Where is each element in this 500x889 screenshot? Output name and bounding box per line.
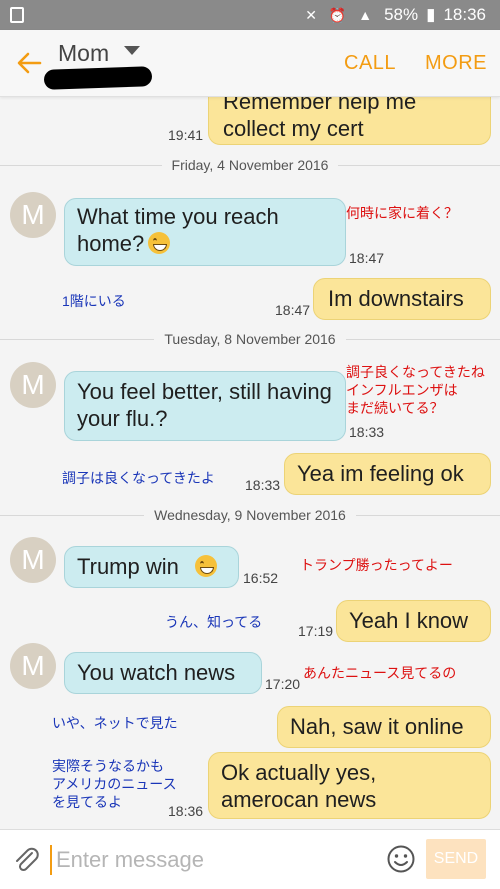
translation-note: 実際そうなるかも アメリカのニュース を見てるよ xyxy=(52,758,177,810)
back-arrow-icon[interactable] xyxy=(14,48,44,78)
date-label: Tuesday, 8 November 2016 xyxy=(164,331,336,347)
message-text: Ok actually yes, amerocan news xyxy=(221,760,377,812)
message-input[interactable] xyxy=(54,842,378,878)
message-time: 16:52 xyxy=(243,570,279,586)
more-button[interactable]: MORE xyxy=(425,52,487,75)
avatar[interactable]: M xyxy=(10,537,56,583)
avatar[interactable]: M xyxy=(10,192,56,238)
emoji-icon[interactable] xyxy=(386,844,416,874)
message-bubble-incoming[interactable]: What time you reach home? xyxy=(64,198,346,266)
message-time: 18:33 xyxy=(349,424,385,440)
message-time: 17:20 xyxy=(265,676,301,692)
message-bubble-outgoing[interactable]: Yea im feeling ok xyxy=(284,453,491,495)
translation-note: うん、知ってる xyxy=(165,614,263,630)
date-label: Friday, 4 November 2016 xyxy=(171,157,329,173)
message-bubble-outgoing[interactable]: Remember help me collect my cert xyxy=(208,97,491,145)
message-time: 18:36 xyxy=(168,803,204,819)
battery-icon: ▮ xyxy=(426,5,436,24)
message-text: Nah, saw it online xyxy=(290,714,464,739)
message-bubble-outgoing[interactable]: Yeah I know xyxy=(336,600,491,642)
message-bubble-outgoing[interactable]: Im downstairs xyxy=(313,278,491,320)
text-cursor xyxy=(50,845,52,875)
smiling-face-emoji-icon xyxy=(195,555,218,577)
date-label: Wednesday, 9 November 2016 xyxy=(154,507,346,523)
status-bar: ✕ ⏰ ▲ 58% ▮ 18:36 xyxy=(0,0,500,30)
message-bubble-outgoing[interactable]: Nah, saw it online xyxy=(277,706,491,748)
date-separator: Wednesday, 9 November 2016 xyxy=(0,507,500,523)
translation-note: いや、ネットで見た xyxy=(52,715,178,731)
message-time: 18:47 xyxy=(275,302,311,318)
status-icons: ✕ ⏰ ▲ xyxy=(305,6,377,23)
date-separator: Friday, 4 November 2016 xyxy=(0,157,500,173)
message-text: Im downstairs xyxy=(328,286,464,311)
message-time: 18:47 xyxy=(349,250,385,266)
translation-note: 調子良くなってきたね インフルエンザは まだ続いてる？ xyxy=(346,364,485,416)
avatar[interactable]: M xyxy=(10,643,56,689)
dropdown-caret-icon[interactable] xyxy=(124,46,140,55)
message-bubble-outgoing[interactable]: Ok actually yes, amerocan news xyxy=(208,752,491,819)
message-time: 19:41 xyxy=(168,127,204,143)
clock: 18:36 xyxy=(443,5,486,24)
message-text: What time you reach home? xyxy=(77,204,279,256)
translation-note: トランプ勝ったってよー xyxy=(300,557,453,573)
message-bubble-incoming[interactable]: Trump win xyxy=(64,546,239,588)
message-time: 18:33 xyxy=(245,477,281,493)
notification-icon xyxy=(10,7,24,23)
message-bubble-incoming[interactable]: You watch news xyxy=(64,652,262,694)
date-separator: Tuesday, 8 November 2016 xyxy=(0,331,500,347)
message-text: Yeah I know xyxy=(349,608,469,633)
message-bubble-incoming[interactable]: You feel better, still having your flu.? xyxy=(64,371,346,441)
attach-icon[interactable] xyxy=(12,844,40,874)
status-indicators: ✕ ⏰ ▲ 58% ▮ 18:36 xyxy=(305,5,486,25)
message-text: Remember help me collect my cert xyxy=(223,97,417,141)
redacted-phone-number xyxy=(43,66,153,90)
translation-note: あんたニュース見てるの xyxy=(303,665,457,681)
send-button[interactable]: SEND xyxy=(426,839,486,879)
battery-level: 58% xyxy=(384,5,419,24)
message-composer: SEND xyxy=(0,829,500,889)
translation-note: 1階にいる xyxy=(62,293,126,309)
message-text: Yea im feeling ok xyxy=(297,461,464,486)
message-list[interactable]: Remember help me collect my cert 19:41 F… xyxy=(0,97,500,829)
translation-note: 何時に家に着く？ xyxy=(346,205,458,221)
contact-name[interactable]: Mom xyxy=(58,40,109,67)
message-text: You watch news xyxy=(77,660,236,685)
message-text: Trump win xyxy=(77,554,179,579)
message-text: You feel better, still having your flu.? xyxy=(77,379,332,431)
avatar[interactable]: M xyxy=(10,362,56,408)
conversation-header: Mom CALL MORE xyxy=(0,30,500,97)
call-button[interactable]: CALL xyxy=(344,52,396,75)
message-time: 17:19 xyxy=(298,623,334,639)
translation-note: 調子は良くなってきたよ xyxy=(62,470,215,486)
smiling-face-emoji-icon xyxy=(148,232,171,254)
